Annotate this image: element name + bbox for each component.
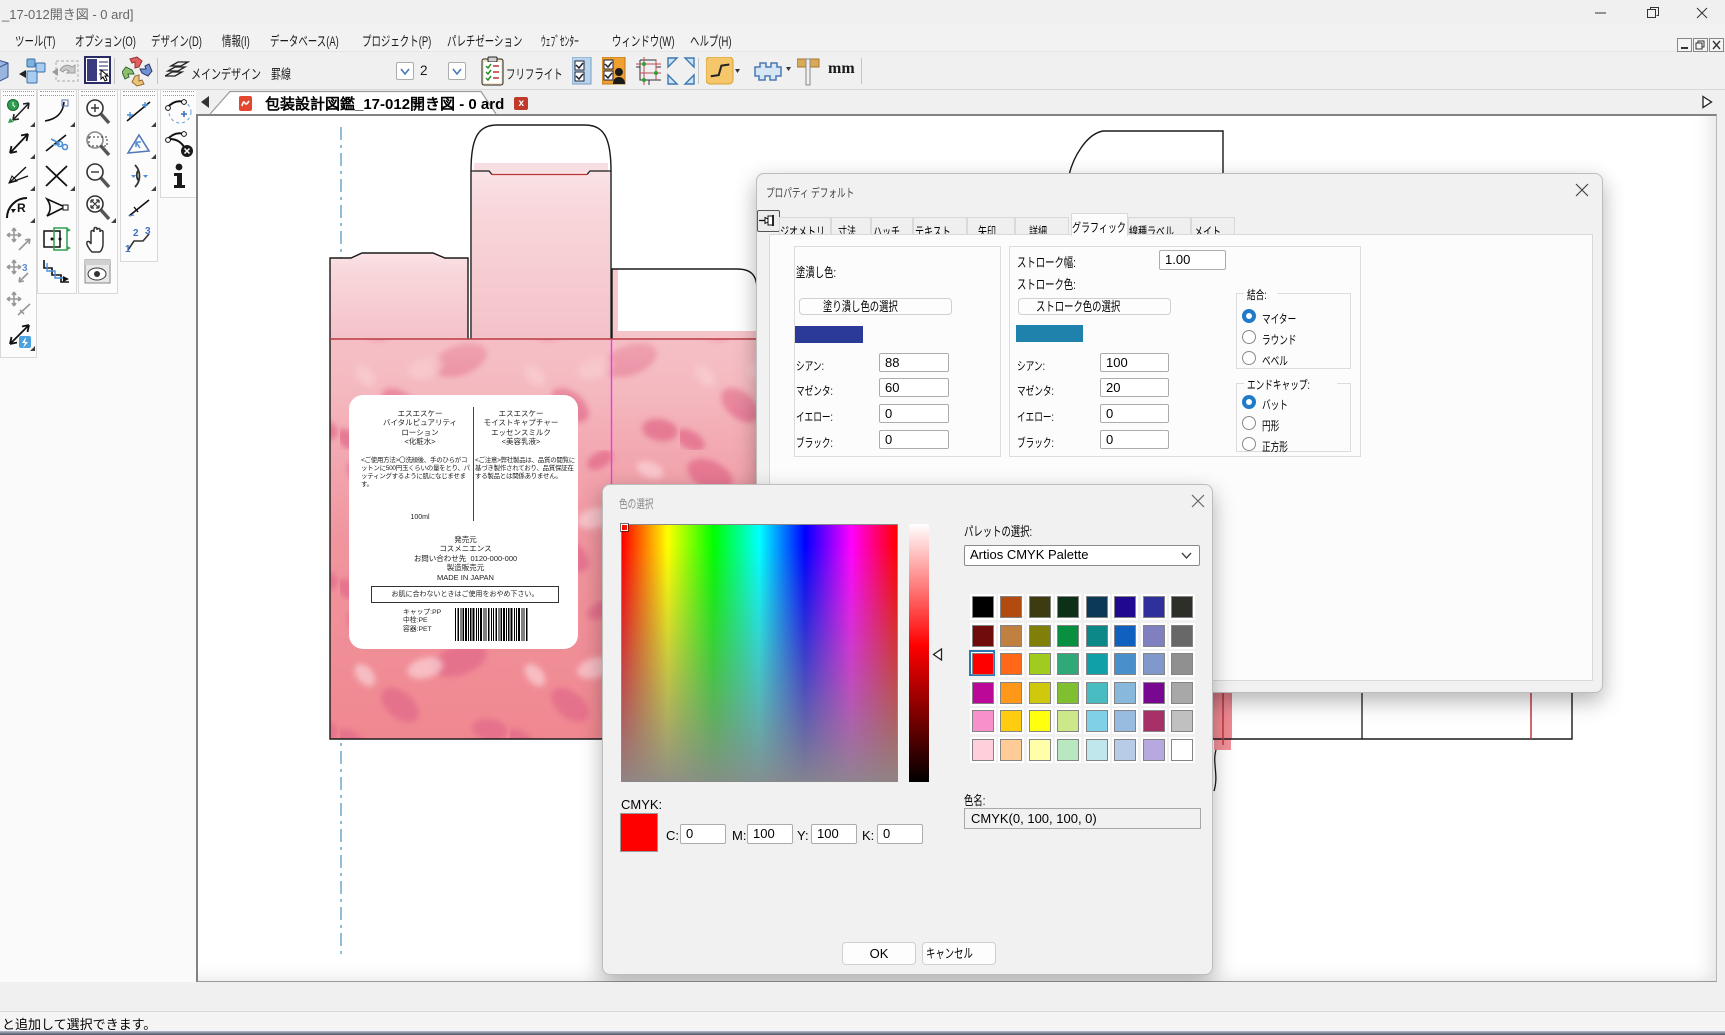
- svg-text:R: R: [17, 201, 26, 215]
- svg-text:3: 3: [22, 263, 28, 274]
- svg-text:2: 2: [133, 228, 139, 239]
- svg-text:1: 1: [125, 244, 131, 254]
- svg-text:3: 3: [145, 226, 151, 237]
